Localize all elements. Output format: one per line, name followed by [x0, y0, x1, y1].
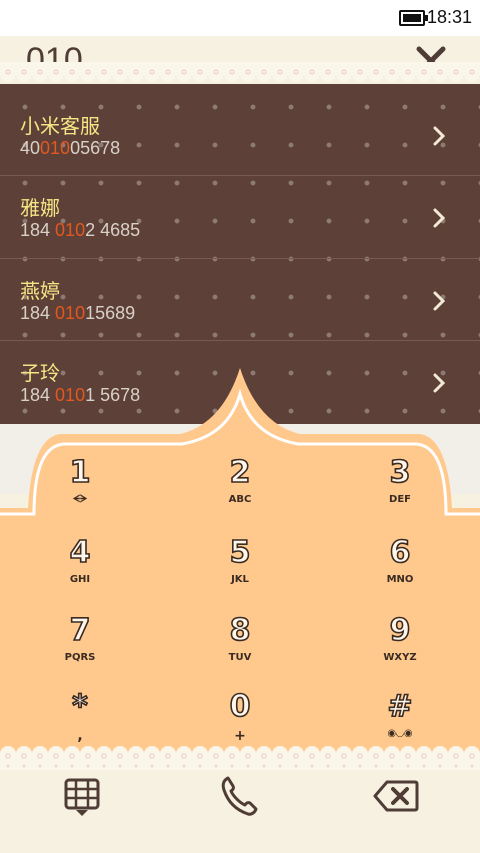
- contact-name: 小米客服: [20, 114, 100, 138]
- key-4[interactable]: 4 GHI: [0, 535, 160, 614]
- list-item[interactable]: 小米客服 4001005678: [0, 84, 480, 166]
- list-item[interactable]: 雅娜 184 0102 4685: [0, 166, 480, 248]
- number-suffix: 05678: [70, 138, 121, 158]
- key-digit: 4: [69, 535, 91, 571]
- battery-level: [403, 14, 421, 22]
- status-time: 18:31: [427, 7, 473, 27]
- key-letters: +: [234, 728, 246, 744]
- chevron-right-icon: [433, 208, 445, 228]
- key-letters: MNO: [386, 574, 414, 585]
- list-item[interactable]: 燕婷 184 01015689: [0, 249, 480, 331]
- key-letters: ◉◡◉: [387, 728, 413, 739]
- key-3[interactable]: 3 DEF: [320, 455, 480, 534]
- key-2[interactable]: 2 ABC: [160, 455, 320, 534]
- key-digit: 5: [229, 535, 251, 571]
- key-letters: ᗕᗒ: [72, 494, 88, 505]
- contact-name: 雅娜: [20, 196, 60, 220]
- number-match: 010: [55, 303, 86, 323]
- key-letters: TUV: [228, 652, 252, 663]
- number-match: 010: [55, 220, 86, 240]
- contact-number: 4001005678: [20, 138, 120, 159]
- number-prefix: 40: [20, 138, 41, 158]
- contact-number: 184 0102 4685: [20, 220, 140, 241]
- dialpad-icon[interactable]: [64, 778, 100, 818]
- key-letters: DEF: [389, 494, 411, 505]
- backspace-icon[interactable]: [373, 780, 419, 812]
- key-8[interactable]: 8 TUV: [160, 613, 320, 692]
- number-suffix: 2 4685: [85, 220, 141, 240]
- key-letters: ,: [77, 728, 83, 744]
- contact-name: 燕婷: [20, 279, 60, 303]
- key-9[interactable]: 9 WXYZ: [320, 613, 480, 692]
- phone-icon[interactable]: [218, 774, 258, 818]
- number-suffix: 15689: [85, 303, 136, 323]
- key-digit: 0: [229, 689, 251, 725]
- key-1[interactable]: 1 ᗕᗒ: [0, 455, 160, 534]
- number-prefix: 184: [20, 303, 56, 323]
- key-digit: 7: [69, 613, 91, 649]
- key-letters: JKL: [231, 574, 249, 585]
- key-digit: 8: [229, 613, 251, 649]
- key-digit: #: [387, 689, 414, 725]
- key-6[interactable]: 6 MNO: [320, 535, 480, 614]
- key-digit: *: [71, 689, 88, 725]
- key-7[interactable]: 7 PQRS: [0, 613, 160, 692]
- key-letters: PQRS: [64, 652, 96, 663]
- number-match: 010: [40, 138, 71, 158]
- key-letters: WXYZ: [383, 652, 417, 663]
- key-letters: ABC: [228, 494, 252, 505]
- key-digit: 6: [389, 535, 411, 571]
- key-digit: 2: [229, 455, 251, 491]
- key-digit: 3: [389, 455, 411, 491]
- battery-icon: [399, 10, 428, 26]
- chevron-right-icon: [433, 291, 445, 311]
- key-letters: GHI: [69, 574, 91, 585]
- chevron-right-icon: [433, 126, 445, 146]
- contact-number: 184 01015689: [20, 303, 135, 324]
- key-digit: 1: [69, 455, 91, 491]
- lace-trim-top: [0, 62, 480, 84]
- key-5[interactable]: 5 JKL: [160, 535, 320, 614]
- number-prefix: 184: [20, 220, 56, 240]
- key-digit: 9: [389, 613, 411, 649]
